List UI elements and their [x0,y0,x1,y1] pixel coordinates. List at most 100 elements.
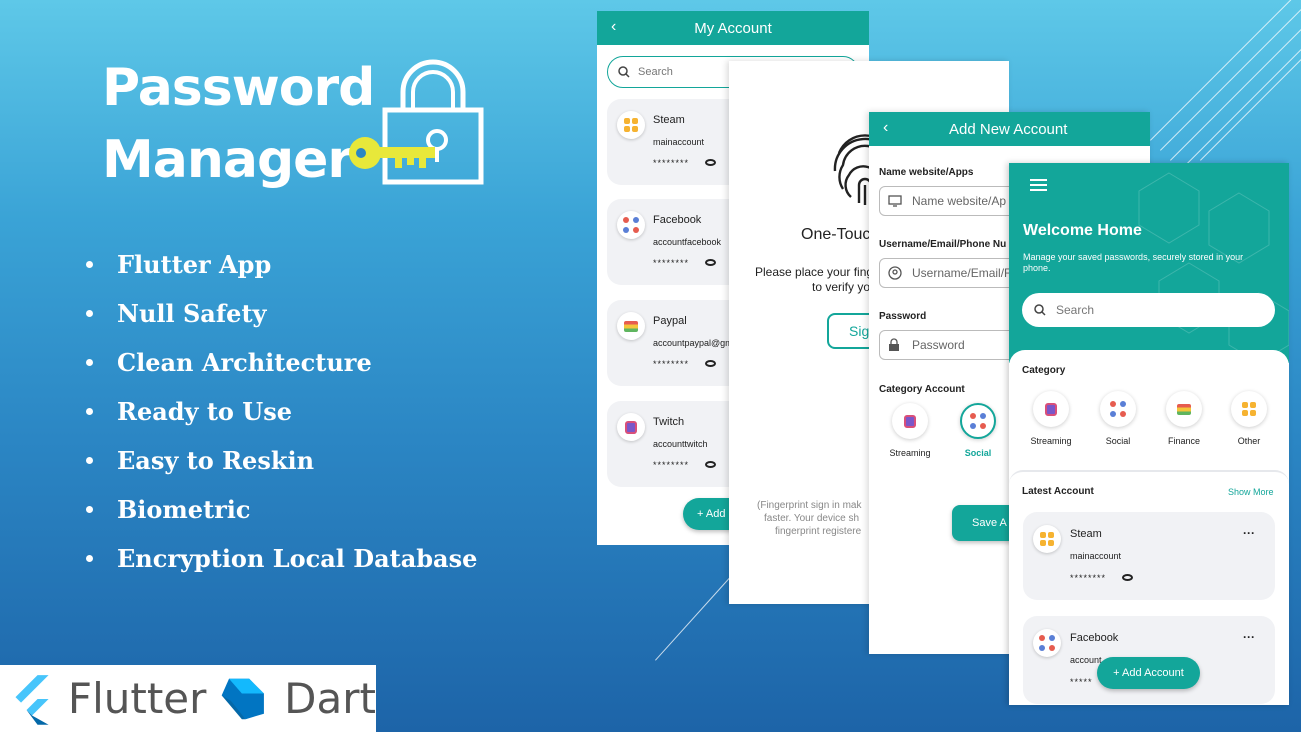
feature-item: Flutter App [86,240,477,289]
eye-icon[interactable] [1122,574,1133,581]
feature-item: Clean Architecture [86,338,477,387]
feature-label: Clean Architecture [117,348,372,377]
category-social-label: Social [964,448,992,458]
screen-title: Add New Account [949,120,1068,138]
category-title: Category [1022,365,1066,376]
decor-line [1170,11,1301,161]
flutter-logo-icon [15,674,49,725]
account-name: Facebook [653,214,702,226]
account-user: accountfacebook [653,237,722,247]
eye-icon[interactable] [705,159,716,166]
back-arrow-icon[interactable]: ‹ [611,18,616,36]
social-icon [1033,629,1061,657]
account-password: ******** [653,258,690,268]
account-user: mainaccount [1070,551,1122,561]
more-options-icon[interactable]: ··· [1243,630,1255,644]
app-bar: ‹ Add New Account [869,112,1150,146]
category-streaming-label: Streaming [889,448,931,458]
show-more-link[interactable]: Show More [1228,487,1274,497]
category-finance[interactable] [1166,391,1202,427]
bullet-icon [86,506,93,513]
screen-home: Welcome Home Manage your saved passwords… [1009,163,1289,705]
password-label: Password [879,311,927,322]
biometric-title: One-Touc [801,226,871,243]
feature-label: Easy to Reskin [117,446,315,475]
user-circle-icon [888,266,902,280]
category-panel: Category Streaming Social Finance Other [1009,350,1289,470]
lock-small-icon [889,338,899,351]
biometric-note-3: fingerprint registere [775,526,862,537]
hex-pattern [1138,172,1289,363]
bullet-icon [86,555,93,562]
feature-item: Null Safety [86,289,477,338]
password-placeholder: Password [912,338,965,352]
dart-label: Dart [284,674,376,723]
category-label: Category Account [879,384,965,395]
account-name: Twitch [653,416,685,428]
title-line-2: Manager [102,130,353,190]
feature-label: Biometric [117,495,251,524]
feature-item: Biometric [86,485,477,534]
promo-banner: Password Manager Flutter App Null Safety… [0,0,1301,732]
bullet-icon [86,310,93,317]
wallet-icon [617,312,645,340]
category-social[interactable] [1100,391,1136,427]
account-user: accounttwitch [653,439,708,449]
feature-item: Encryption Local Database [86,534,477,583]
dart-logo-icon [222,678,265,719]
category-social-label: Social [1105,436,1131,446]
welcome-subtitle-2: phone. [1023,263,1051,273]
category-streaming-label: Streaming [1030,436,1072,446]
bullet-icon [86,457,93,464]
account-password: ***** [1070,677,1093,687]
search-placeholder: Search [638,66,673,78]
add-account-button[interactable]: + Add Account [1097,657,1200,689]
bullet-icon [86,359,93,366]
username-label: Username/Email/Phone Nu [879,239,1007,250]
steam-icon [617,111,645,139]
category-streaming[interactable] [892,403,928,439]
back-arrow-icon[interactable]: ‹ [883,119,888,137]
account-password: ******** [653,460,690,470]
account-user: account [1070,655,1102,665]
latest-account-card[interactable]: Steam ··· mainaccount ******** [1023,512,1275,600]
streaming-icon [617,413,645,441]
feature-label: Null Safety [117,299,267,328]
biometric-instruction-1: Please place your fing [755,265,874,279]
monitor-icon [888,195,902,207]
website-label: Name website/Apps [879,167,974,178]
category-other[interactable] [1231,391,1267,427]
key-icon [349,137,435,169]
eye-icon[interactable] [705,360,716,367]
website-placeholder: Name website/Ap [912,194,1007,208]
biometric-note-1: (Fingerprint sign in mak [757,500,862,511]
biometric-note-2: faster. Your device sh [764,513,860,524]
social-icon [617,211,645,239]
latest-title: Latest Account [1022,486,1094,497]
menu-icon[interactable] [1030,179,1047,191]
more-options-icon[interactable]: ··· [1243,526,1255,540]
username-placeholder: Username/Email/F [912,266,1012,280]
account-password: ******** [653,359,690,369]
feature-label: Flutter App [117,250,272,279]
decor-line [1200,11,1301,161]
screen-title: My Account [694,19,772,37]
biometric-instruction-2: to verify yo [812,280,871,294]
search-input[interactable]: Search [1022,293,1275,327]
account-name: Steam [653,114,685,126]
feature-item: Easy to Reskin [86,436,477,485]
search-icon [618,66,630,78]
category-streaming[interactable] [1033,391,1069,427]
feature-item: Ready to Use [86,387,477,436]
feature-label: Ready to Use [117,397,293,426]
welcome-subtitle-1: Manage your saved passwords, securely st… [1023,252,1244,262]
home-header: Welcome Home Manage your saved passwords… [1009,163,1289,363]
eye-icon[interactable] [705,259,716,266]
search-icon [1034,304,1046,316]
title-line-1: Password [102,58,375,118]
category-social[interactable] [960,403,996,439]
account-password: ******** [653,158,690,168]
feature-label: Encryption Local Database [117,544,478,573]
feature-list: Flutter App Null Safety Clean Architectu… [86,240,477,583]
eye-icon[interactable] [705,461,716,468]
